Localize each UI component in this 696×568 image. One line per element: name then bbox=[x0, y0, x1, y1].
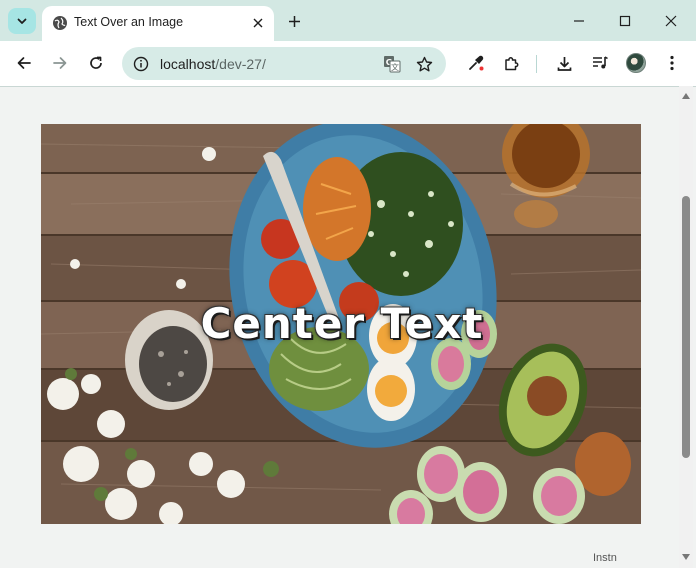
maximize-icon bbox=[619, 15, 631, 27]
downloads-button[interactable] bbox=[550, 49, 578, 77]
tab-strip: Text Over an Image bbox=[0, 0, 696, 41]
minimize-button[interactable] bbox=[564, 7, 594, 35]
media-controls-button[interactable] bbox=[586, 49, 614, 77]
browser-menu-button[interactable] bbox=[658, 49, 686, 77]
url-text[interactable]: localhost/dev-27/ bbox=[160, 56, 266, 72]
close-icon bbox=[253, 18, 263, 28]
scroll-thumb[interactable] bbox=[682, 196, 690, 458]
tab-search-button[interactable] bbox=[8, 8, 36, 34]
close-icon bbox=[665, 15, 677, 27]
translate-icon: G文 bbox=[384, 56, 401, 73]
browser-toolbar: localhost/dev-27/ G文 bbox=[0, 41, 696, 86]
page-scrollbar[interactable] bbox=[679, 86, 693, 568]
toolbar-separator bbox=[536, 55, 537, 73]
scroll-down-button[interactable] bbox=[679, 550, 693, 564]
arrow-right-icon bbox=[53, 57, 67, 69]
maximize-button[interactable] bbox=[610, 7, 640, 35]
scroll-up-button[interactable] bbox=[679, 89, 693, 103]
close-window-button[interactable] bbox=[656, 7, 686, 35]
minimize-icon bbox=[574, 20, 584, 22]
forward-button[interactable] bbox=[46, 49, 74, 77]
image-container: Center Text bbox=[41, 124, 641, 524]
reload-button[interactable] bbox=[82, 49, 110, 77]
tab-close-button[interactable] bbox=[248, 13, 268, 33]
globe-icon bbox=[53, 16, 67, 30]
kebab-menu-icon bbox=[670, 55, 674, 71]
reload-icon bbox=[90, 56, 102, 69]
overlay-text: Center Text bbox=[200, 298, 484, 348]
url-path: /dev-27/ bbox=[215, 56, 266, 72]
profile-avatar[interactable] bbox=[626, 53, 646, 73]
svg-text:文: 文 bbox=[391, 62, 399, 72]
url-host: localhost bbox=[160, 56, 216, 72]
extensions-button[interactable] bbox=[497, 49, 525, 77]
triangle-up-icon bbox=[682, 93, 690, 99]
plus-icon bbox=[288, 15, 300, 27]
puzzle-icon bbox=[504, 56, 518, 70]
address-bar[interactable]: localhost/dev-27/ G文 bbox=[122, 47, 446, 80]
triangle-down-icon bbox=[682, 554, 690, 560]
eyedropper-icon bbox=[469, 55, 484, 71]
back-button[interactable] bbox=[10, 49, 38, 77]
eyedropper-button[interactable] bbox=[462, 49, 490, 77]
arrow-left-icon bbox=[17, 57, 31, 69]
info-icon bbox=[133, 56, 149, 72]
star-icon bbox=[416, 56, 432, 71]
chevron-down-icon bbox=[17, 18, 27, 24]
tab-title: Text Over an Image bbox=[74, 15, 184, 29]
site-info-button[interactable] bbox=[130, 53, 152, 75]
translate-button[interactable]: G文 bbox=[380, 52, 404, 76]
download-icon bbox=[557, 56, 571, 71]
new-tab-button[interactable] bbox=[283, 10, 305, 32]
overlay-text-container: Center Text bbox=[41, 124, 641, 524]
offscreen-text-peek: Instn bbox=[593, 552, 617, 564]
tab-active[interactable]: Text Over an Image bbox=[42, 6, 274, 41]
media-icon bbox=[593, 56, 608, 69]
bookmark-button[interactable] bbox=[412, 52, 436, 76]
